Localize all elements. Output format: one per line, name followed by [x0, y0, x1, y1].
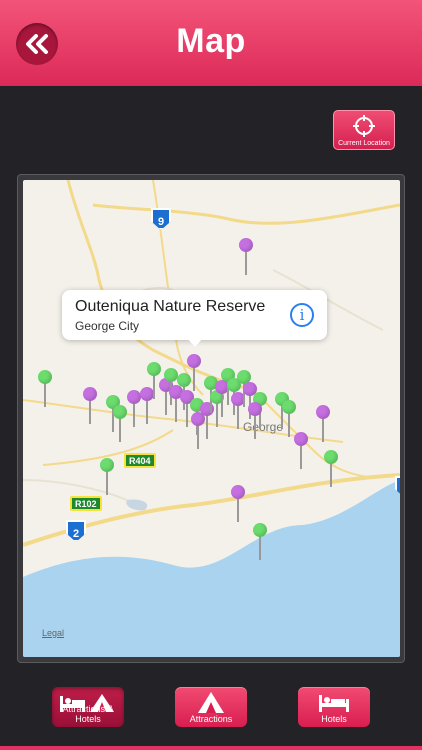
map-pin-head	[147, 362, 161, 376]
map-pin-stick	[254, 415, 256, 439]
current-location-label: Current Location	[338, 140, 390, 147]
tab-attractions-label: Attractions	[189, 714, 233, 724]
map-pin-stick	[197, 425, 199, 449]
map-pin-stick	[245, 251, 247, 275]
map-pin-head	[316, 405, 330, 419]
place-callout[interactable]: Outeniqua Nature Reserve George City i	[62, 290, 327, 340]
map-pin-head	[177, 373, 191, 387]
map-pin-stick	[193, 367, 195, 391]
tab-attractions-hotels-label: Attractions & Hotels	[62, 704, 114, 724]
map-pin-stick	[119, 418, 121, 442]
map-pin-head	[83, 387, 97, 401]
map-pin-head	[324, 450, 338, 464]
map-pin[interactable]	[248, 402, 262, 447]
map-pin-stick	[259, 536, 261, 560]
map-pin-stick	[237, 498, 239, 522]
map-pin-head	[187, 354, 201, 368]
map-pin-stick	[106, 471, 108, 495]
bottom-accent-bar	[0, 746, 422, 750]
crosshair-icon	[353, 115, 375, 137]
map-pin-head	[113, 405, 127, 419]
tab-attractions[interactable]: Attractions	[175, 687, 247, 727]
bottom-toolbar: Attractions & Hotels Attractions Hotels	[0, 676, 422, 750]
map-pin-head	[282, 400, 296, 414]
map-pin-head	[231, 485, 245, 499]
map-pin-head	[127, 390, 141, 404]
map-pin-stick	[153, 375, 155, 399]
callout-tail	[187, 338, 203, 347]
map-pin-head	[248, 402, 262, 416]
current-location-button[interactable]: Current Location	[333, 110, 395, 150]
callout-subtitle: George City	[75, 319, 140, 333]
map-pin[interactable]	[324, 450, 338, 495]
map-pin-stick	[330, 463, 332, 487]
map-pin[interactable]	[253, 523, 267, 568]
map-pin[interactable]	[127, 390, 141, 435]
map-pin[interactable]	[316, 405, 330, 450]
tab-hotels-label: Hotels	[321, 714, 347, 724]
bed-icon	[319, 695, 349, 712]
callout-title: Outeniqua Nature Reserve	[75, 298, 266, 315]
map-pin-stick	[89, 400, 91, 424]
map-pin[interactable]	[294, 432, 308, 477]
map-pin-stick	[300, 445, 302, 469]
map-pin-stick	[322, 418, 324, 442]
map-pin-stick	[288, 413, 290, 437]
map-pin-head	[100, 458, 114, 472]
route-r404-shield: R404	[124, 453, 156, 468]
map-pin[interactable]	[38, 370, 52, 415]
header-bar: Map	[0, 0, 422, 86]
map-pin[interactable]	[100, 458, 114, 503]
map-pin-stick	[186, 403, 188, 427]
map-pin-stick	[133, 403, 135, 427]
tab-hotels[interactable]: Hotels	[298, 687, 370, 727]
tab-attractions-hotels[interactable]: Attractions & Hotels	[52, 687, 124, 727]
legal-link[interactable]: Legal	[42, 628, 64, 638]
map-pin-head	[164, 368, 178, 382]
page-title: Map	[176, 22, 246, 60]
route-r102-shield: R102	[70, 496, 102, 511]
map-pin[interactable]	[231, 485, 245, 530]
map-pin-head	[38, 370, 52, 384]
info-icon[interactable]: i	[290, 303, 314, 327]
map-pin[interactable]	[113, 405, 127, 450]
map-pin-head	[294, 432, 308, 446]
map-pin[interactable]	[83, 387, 97, 432]
map-view[interactable]: 9 2 R404 R102 George Outeniqua Nature Re…	[23, 180, 400, 657]
map-pin-head	[253, 523, 267, 537]
map-pin[interactable]	[239, 238, 253, 283]
map-pin-head	[239, 238, 253, 252]
tent-icon	[198, 692, 224, 713]
map-pin-stick	[44, 383, 46, 407]
